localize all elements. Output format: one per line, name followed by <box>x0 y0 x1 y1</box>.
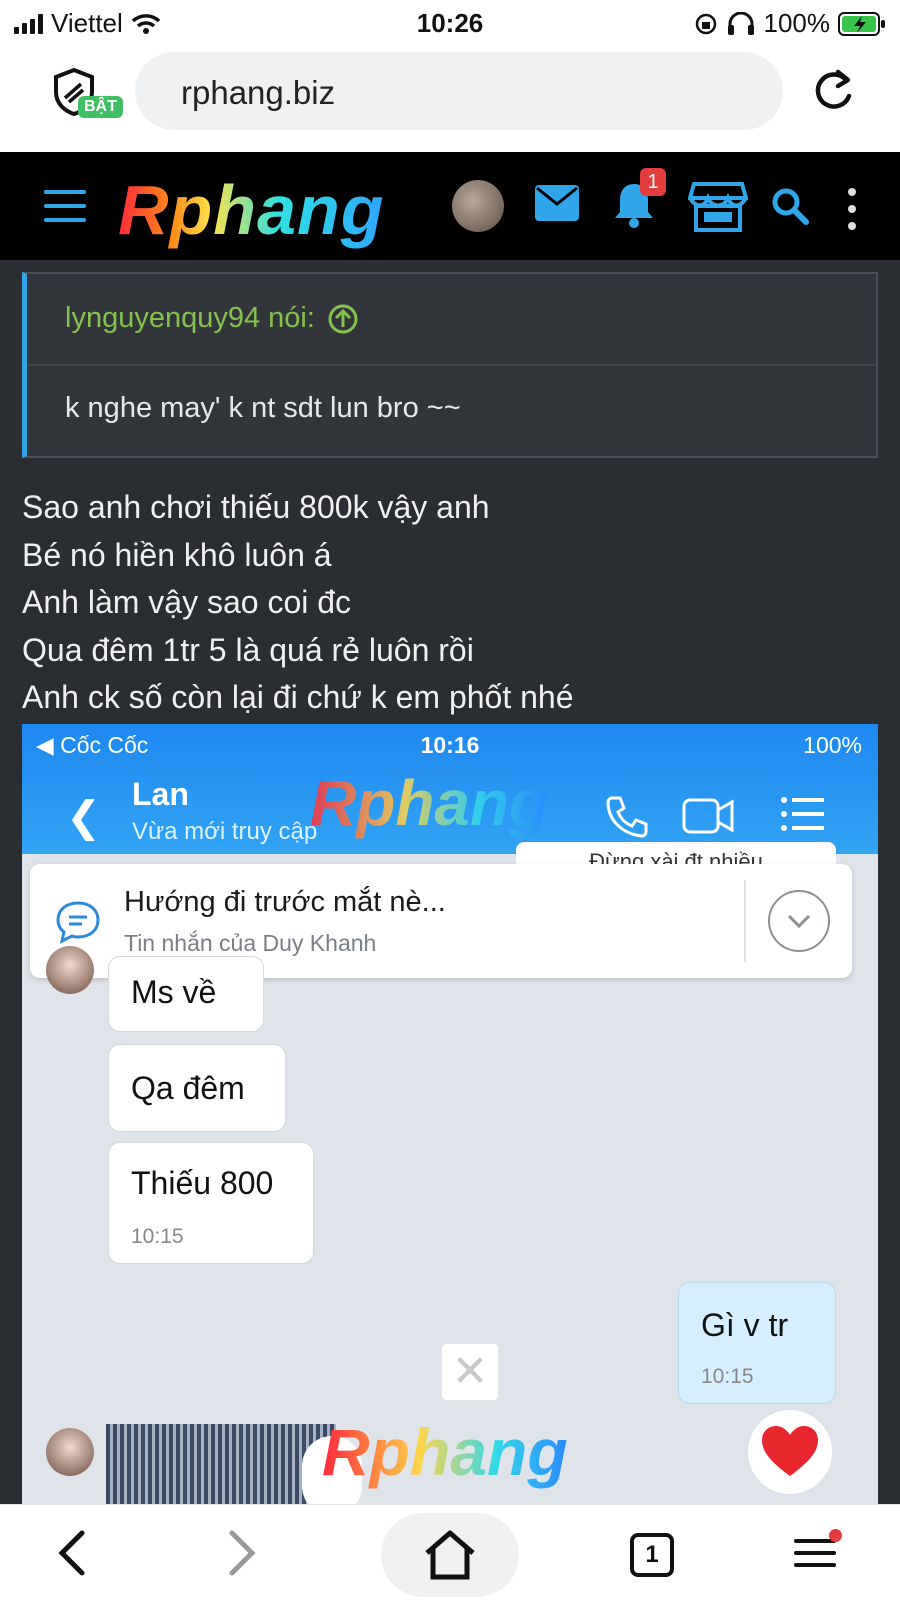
chat-contact-name: Lan <box>132 776 189 812</box>
embedded-battery: 100% <box>803 732 862 758</box>
store-icon[interactable] <box>688 180 748 232</box>
embedded-screenshot[interactable]: ◀ Cốc Cốc 10:16 100% ❮ Lan Vừa mới truy … <box>22 724 878 1504</box>
menu-notification-dot <box>829 1529 842 1542</box>
contact-avatar <box>46 946 94 994</box>
tabs-count-button[interactable]: 1 <box>630 1533 674 1577</box>
quote-text: k nghe may' k nt sdt lun bro ~~ <box>65 392 461 424</box>
chat-bubble-time: 10:15 <box>701 1365 754 1388</box>
user-avatar[interactable] <box>452 180 504 232</box>
post-body: Sao anh chơi thiếu 800k vậy anh Bé nó hi… <box>22 484 574 722</box>
chat-bubble-text: Gì v tr <box>701 1307 789 1343</box>
list-icon <box>781 797 824 831</box>
post-line: Anh ck số còn lại đi chứ k em phốt nhé <box>22 679 574 715</box>
phone-icon <box>606 796 648 838</box>
pinned-subtitle: Tin nhắn của Duy Khanh <box>124 930 377 956</box>
chat-bubble-text: Qa đêm <box>131 1070 245 1106</box>
video-call-icon <box>682 798 734 834</box>
battery-icon <box>838 11 885 36</box>
chat-bubble-text: Thiếu 800 <box>131 1165 274 1201</box>
chat-bubble: Ms về <box>108 956 264 1032</box>
jump-to-quote-icon[interactable] <box>327 303 359 335</box>
more-options-icon[interactable] <box>848 188 856 230</box>
status-bar: Viettel 10:26 100% <box>0 0 900 46</box>
site-header: Rphang 1 <box>0 152 900 260</box>
battery-percent: 100% <box>763 8 831 38</box>
pinned-divider <box>744 880 746 962</box>
embedded-status-bar: ◀ Cốc Cốc 10:16 100% <box>22 730 878 764</box>
back-arrow-icon[interactable] <box>52 1523 92 1583</box>
chat-back-icon: ❮ <box>66 793 102 840</box>
chat-contact-status: Vừa mới truy cập <box>132 818 318 845</box>
url-text: rphang.biz <box>181 74 336 111</box>
menu-icon[interactable] <box>794 1539 836 1567</box>
search-icon[interactable] <box>770 186 810 226</box>
home-icon <box>425 1530 475 1580</box>
chat-bubble: Thiếu 800 10:15 <box>108 1142 314 1264</box>
chat-bubble-icon <box>56 901 100 944</box>
heart-reaction-icon <box>748 1410 832 1494</box>
reload-icon[interactable] <box>808 66 858 116</box>
chat-bubble-text: Ms về <box>131 974 217 1010</box>
embedded-time: 10:16 <box>420 732 480 758</box>
rotation-lock-icon <box>695 13 716 34</box>
chat-header: ◀ Cốc Cốc 10:16 100% ❮ Lan Vừa mới truy … <box>22 724 878 854</box>
post-line: Bé nó hiền khô luôn á <box>22 536 332 573</box>
site-logo[interactable]: Rphang <box>118 170 385 250</box>
quote-divider <box>27 364 876 366</box>
post-line: Anh làm vậy sao coi đc <box>22 584 352 620</box>
shield-status-badge: BẬT <box>78 96 123 118</box>
chat-bubble-sent: Gì v tr 10:15 <box>678 1282 836 1404</box>
browser-toolbar: BẬT rphang.biz <box>0 46 900 152</box>
contact-avatar <box>46 1428 94 1476</box>
mail-icon[interactable] <box>534 184 580 222</box>
quote-author[interactable]: lynguyenquy94 nói: <box>65 302 315 335</box>
post-line: Sao anh chơi thiếu 800k vậy anh <box>22 489 490 525</box>
pinned-title: Hướng đi trước mắt nè... <box>124 886 446 918</box>
home-button[interactable] <box>381 1513 519 1597</box>
chat-bubble: Qa đêm <box>108 1044 286 1132</box>
browser-bottom-nav: 1 <box>0 1504 900 1600</box>
forward-arrow-icon[interactable] <box>222 1523 262 1583</box>
chat-bubble-time: 10:15 <box>131 1225 184 1248</box>
quote-block: lynguyenquy94 nói: k nghe may' k nt sdt … <box>22 272 878 458</box>
post-line: Qua đêm 1tr 5 là quá rẻ luôn rồi <box>22 631 474 668</box>
notification-badge: 1 <box>640 168 666 196</box>
chevron-down-icon <box>768 890 830 952</box>
watermark-logo: Rphang <box>310 767 549 839</box>
hamburger-menu-icon[interactable] <box>44 190 86 222</box>
close-icon: ✕ <box>442 1344 498 1400</box>
address-bar[interactable]: rphang.biz <box>135 52 783 130</box>
headphones-icon <box>727 11 754 35</box>
watermark-logo: Rphang <box>322 1415 568 1489</box>
